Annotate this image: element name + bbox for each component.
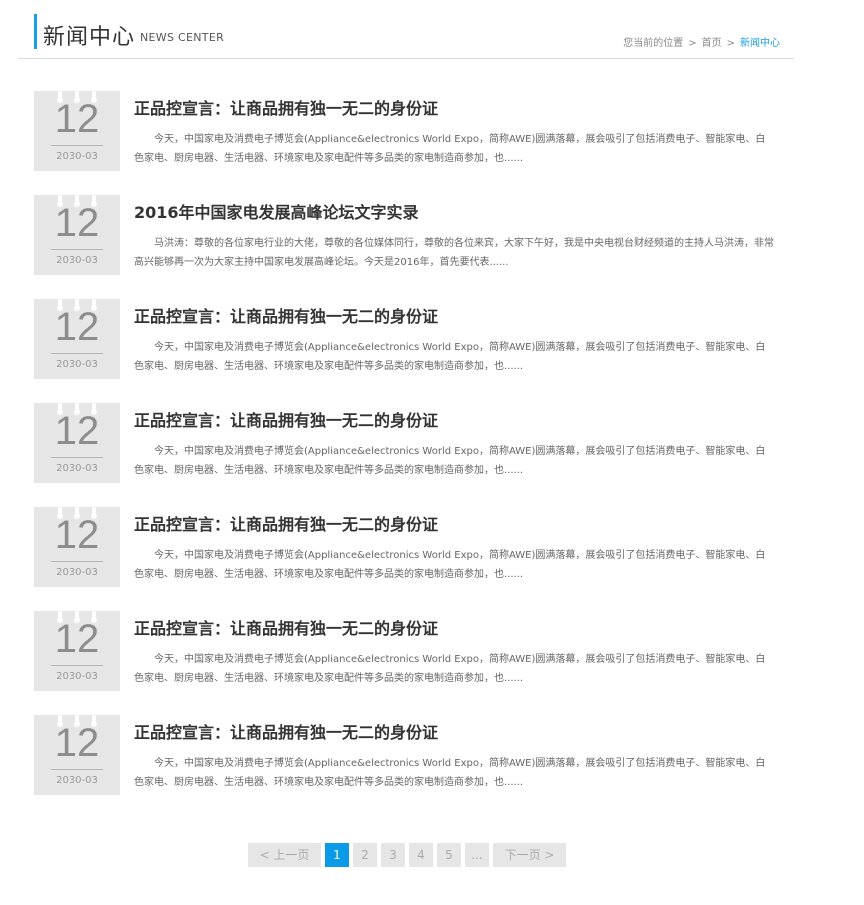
news-item[interactable]: 12 2030-03 正品控宣言：让商品拥有独一无二的身份证今天，中国家电及消费电子… [34, 91, 794, 195]
news-summary: 马洪涛：尊敬的各位家电行业的大佬，尊敬的各位媒体同行，尊敬的各位来宾，大家下午好… [134, 238, 774, 268]
news-title-link[interactable]: 2016年中国家电发展高峰论坛文字实录 [134, 199, 419, 223]
page-header: 新闻中心 NEWS CENTER 您当前的位置 > 首页 > 新闻中心 [18, 14, 794, 59]
date-divider [51, 353, 103, 354]
breadcrumb-separator: > [726, 38, 735, 49]
date-box: 12 2030-03 [34, 611, 120, 691]
title-accent-bar [34, 14, 37, 49]
news-summary: 今天，中国家电及消费电子博览会(Appliance&electronics Wo… [134, 654, 766, 684]
news-title-link[interactable]: 正品控宣言：让商品拥有独一无二的身份证 [134, 95, 438, 119]
news-title-link[interactable]: 正品控宣言：让商品拥有独一无二的身份证 [134, 303, 438, 327]
news-title-link[interactable]: 正品控宣言：让商品拥有独一无二的身份证 [134, 407, 438, 431]
pagination: < 上一页 1 2 3 4 5... 下一页 > [248, 843, 570, 867]
page-3-button[interactable]: 3 [381, 843, 405, 867]
news-title-link[interactable]: 正品控宣言：让商品拥有独一无二的身份证 [134, 511, 438, 535]
date-day: 12 [54, 409, 100, 453]
breadcrumb: 您当前的位置 > 首页 > 新闻中心 [623, 34, 780, 49]
date-year-month: 2030-03 [56, 255, 98, 266]
date-year-month: 2030-03 [56, 567, 98, 578]
date-box: 12 2030-03 [34, 403, 120, 483]
date-divider [51, 561, 103, 562]
news-summary: 今天，中国家电及消费电子博览会(Appliance&electronics Wo… [134, 446, 766, 476]
date-day: 12 [54, 721, 100, 765]
news-item[interactable]: 12 2030-03 正品控宣言：让商品拥有独一无二的身份证今天，中国家电及消费电子… [34, 611, 794, 715]
breadcrumb-home-link[interactable]: 首页 [702, 38, 722, 49]
date-divider [51, 249, 103, 250]
date-day: 12 [54, 97, 100, 141]
date-box: 12 2030-03 [34, 195, 120, 275]
next-page-button[interactable]: 下一页 > [493, 843, 566, 867]
breadcrumb-location-label: 您当前的位置 [623, 38, 684, 49]
date-divider [51, 665, 103, 666]
page-5-button[interactable]: 5 [437, 843, 461, 867]
news-title-link[interactable]: 正品控宣言：让商品拥有独一无二的身份证 [134, 719, 438, 743]
date-divider [51, 457, 103, 458]
page-2-button[interactable]: 2 [353, 843, 377, 867]
breadcrumb-current: 新闻中心 [740, 38, 780, 49]
pagination-ellipsis: ... [465, 843, 489, 867]
date-box: 12 2030-03 [34, 299, 120, 379]
news-summary: 今天，中国家电及消费电子博览会(Appliance&electronics Wo… [134, 758, 766, 788]
date-day: 12 [54, 201, 100, 245]
date-day: 12 [54, 305, 100, 349]
news-item[interactable]: 12 2030-03 正品控宣言：让商品拥有独一无二的身份证今天，中国家电及消费电子… [34, 715, 794, 819]
news-item[interactable]: 12 2030-03 正品控宣言：让商品拥有独一无二的身份证今天，中国家电及消费电子… [34, 507, 794, 611]
date-year-month: 2030-03 [56, 775, 98, 786]
date-year-month: 2030-03 [56, 671, 98, 682]
date-box: 12 2030-03 [34, 715, 120, 795]
news-item[interactable]: 12 2030-03 正品控宣言：让商品拥有独一无二的身份证今天，中国家电及消费电子… [34, 403, 794, 507]
date-year-month: 2030-03 [56, 151, 98, 162]
date-day: 12 [54, 617, 100, 661]
breadcrumb-separator: > [688, 38, 697, 49]
date-year-month: 2030-03 [56, 359, 98, 370]
news-list: 12 2030-03 正品控宣言：让商品拥有独一无二的身份证 今天，中国家电及消费电子… [34, 91, 794, 819]
page-1-button[interactable]: 1 [325, 843, 349, 867]
page-subtitle: NEWS CENTER [140, 31, 225, 44]
news-summary: 今天，中国家电及消费电子博览会(Appliance&electronics Wo… [134, 134, 766, 164]
page-4-button[interactable]: 4 [409, 843, 433, 867]
date-box: 12 2030-03 [34, 91, 120, 171]
news-summary: 今天，中国家电及消费电子博览会(Appliance&electronics Wo… [134, 342, 766, 372]
news-item[interactable]: 12 2030-03 正品控宣言：让商品拥有独一无二的身份证今天，中国家电及消费电子… [34, 299, 794, 403]
date-divider [51, 769, 103, 770]
date-box: 12 2030-03 [34, 507, 120, 587]
date-year-month: 2030-03 [56, 463, 98, 474]
news-summary: 今天，中国家电及消费电子博览会(Appliance&electronics Wo… [134, 550, 766, 580]
date-day: 12 [54, 513, 100, 557]
news-title-link[interactable]: 正品控宣言：让商品拥有独一无二的身份证 [134, 615, 438, 639]
page-title: 新闻中心 [43, 25, 136, 50]
news-item[interactable]: 12 2030-03 2016年中国家电发展高峰论坛文字实录马洪涛：尊敬的各位家电行… [34, 195, 794, 299]
prev-page-button[interactable]: < 上一页 [248, 843, 321, 867]
date-divider [51, 145, 103, 146]
